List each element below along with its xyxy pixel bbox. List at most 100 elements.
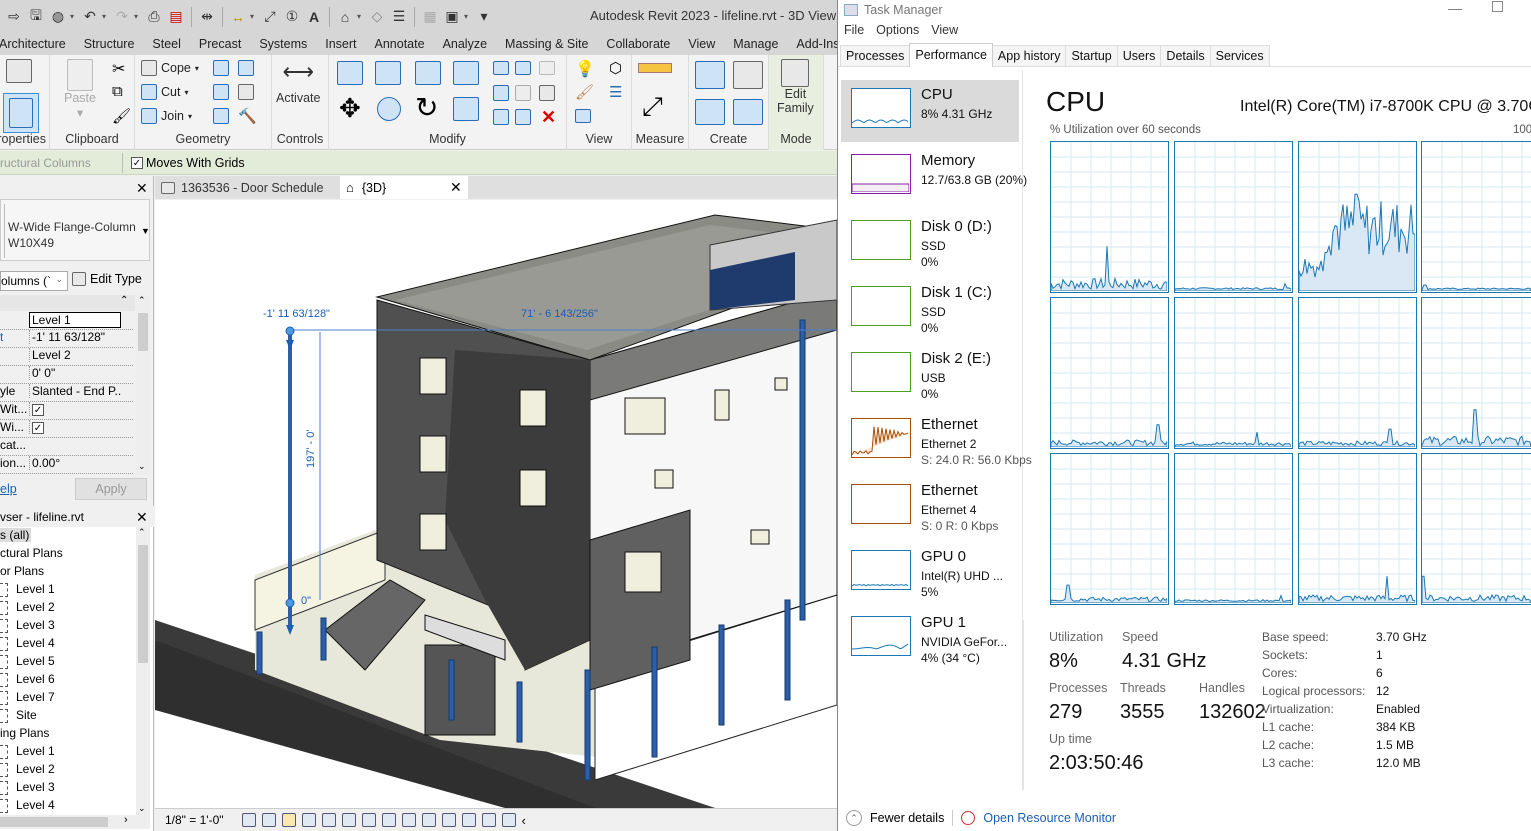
switch-windows-icon[interactable]: ▣	[442, 7, 462, 27]
create-similar-icon[interactable]	[733, 61, 763, 89]
resource-item[interactable]: Disk 1 (C:) SSD 0%	[841, 278, 1019, 340]
default-3d-view-icon[interactable]: ⌂	[335, 7, 355, 27]
property-value[interactable]: Slanted - End P...	[29, 384, 121, 398]
ribbon-tab-collaborate[interactable]: Collaborate	[597, 33, 679, 55]
override-graphics-icon[interactable]: ⬡	[609, 59, 622, 77]
design-options-icon[interactable]	[461, 813, 476, 827]
tab-services[interactable]: Services	[1209, 45, 1270, 66]
property-row[interactable]: 0' 0"	[0, 366, 133, 384]
resource-item[interactable]: Disk 2 (E:) USB 0%	[841, 344, 1019, 406]
aligned-dimension-icon[interactable]: ⤢	[642, 91, 663, 123]
trim-extend-icon[interactable]	[453, 97, 479, 121]
property-row[interactable]: cat...	[0, 438, 133, 456]
ribbon-tab-manage[interactable]: Manage	[724, 33, 787, 55]
type-properties-button[interactable]	[6, 59, 32, 83]
group-header[interactable]: ⌃	[0, 295, 135, 311]
aligned-dimension-icon[interactable]: ↔	[228, 7, 248, 27]
view-range-icon[interactable]: ☰	[609, 83, 622, 101]
paste-button[interactable]: Paste ▾	[64, 59, 96, 120]
menu-options[interactable]: Options	[876, 23, 919, 37]
resource-item[interactable]: Ethernet Ethernet 4 S: 0 R: 0 Kbps	[841, 476, 1019, 538]
array-icon[interactable]	[493, 85, 509, 101]
browser-item[interactable]: Level 2	[0, 600, 55, 615]
ribbon-tab-systems[interactable]: Systems	[250, 33, 316, 55]
worksharing-icon[interactable]	[441, 813, 456, 827]
property-row[interactable]: t -1' 11 63/128"	[0, 330, 133, 348]
ribbon-tab-add-ins[interactable]: Add-Ins	[787, 33, 837, 55]
property-value[interactable]: Level 2	[29, 348, 121, 362]
sync-icon[interactable]: ◍	[48, 7, 68, 27]
resource-item[interactable]: Memory 12.7/63.8 GB (20%)	[841, 146, 1027, 208]
tag-icon[interactable]: ①	[282, 7, 302, 27]
resource-item[interactable]: Disk 0 (D:) SSD 0%	[841, 212, 1019, 274]
spot-elevation-icon[interactable]: ⤢	[260, 7, 280, 27]
pin-icon[interactable]	[539, 85, 555, 101]
property-value[interactable]: Level 1	[29, 312, 121, 328]
ribbon-tab-view[interactable]: View	[679, 33, 724, 55]
constraints-icon[interactable]	[501, 813, 516, 827]
view-scale[interactable]: 1/8" = 1'-0"	[165, 813, 224, 827]
create-parts-icon[interactable]	[695, 99, 725, 125]
copy-icon[interactable]: ⧉	[112, 83, 123, 100]
resource-item[interactable]: GPU 0 Intel(R) UHD ... 5%	[841, 542, 1019, 604]
browser-item[interactable]: Site	[0, 708, 37, 723]
dimension-base[interactable]: 0"	[301, 595, 311, 607]
type-selector[interactable]: W-Wide Flange-Column W10X49 ▼	[0, 199, 150, 261]
browser-item[interactable]: Level 3	[0, 780, 55, 795]
scroll-right-icon[interactable]: ›	[124, 814, 128, 826]
measure-icon[interactable]: ⇹	[197, 7, 217, 27]
resource-item[interactable]: CPU 8% 4.31 GHz	[841, 80, 1019, 142]
trim-extend-multiple-icon[interactable]	[515, 109, 531, 125]
ribbon-tab-analyze[interactable]: Analyze	[434, 33, 496, 55]
property-row[interactable]: Wi... ✓	[0, 420, 133, 438]
property-row[interactable]: ion... 0.00°	[0, 456, 133, 474]
hammer-icon[interactable]: 🔨	[238, 107, 257, 125]
undo-icon[interactable]: ↶	[80, 7, 100, 27]
unpin-icon[interactable]	[539, 61, 555, 75]
cut-icon[interactable]: ✂	[112, 59, 125, 79]
edit-family-button[interactable]: Edit Family	[777, 59, 814, 115]
ribbon-tab-steel[interactable]: Steel	[143, 33, 190, 55]
tab-startup[interactable]: Startup	[1065, 45, 1118, 66]
tab-app-history[interactable]: App history	[991, 45, 1067, 66]
moves-with-grids-checkbox[interactable]: ✓	[131, 157, 143, 169]
open-icon[interactable]: ⇨	[4, 7, 24, 27]
instance-filter-dropdown[interactable]: olumns (` ⌄	[0, 271, 68, 291]
scroll-down-icon[interactable]: ⌄	[138, 461, 146, 472]
beam-joins-icon[interactable]	[213, 108, 229, 124]
ribbon-tab-precast[interactable]: Precast	[190, 33, 250, 55]
close-tab-icon[interactable]: ✕	[450, 179, 462, 196]
browser-item[interactable]: Level 3	[0, 618, 55, 633]
ribbon-tab-massing-site[interactable]: Massing & Site	[496, 33, 597, 55]
ribbon-tab-annotate[interactable]: Annotate	[366, 33, 434, 55]
browser-item[interactable]: Level 7	[0, 690, 55, 705]
match-properties-icon[interactable]: 🖌	[112, 107, 131, 125]
browser-item[interactable]: Level 6	[0, 672, 55, 687]
properties-button[interactable]	[3, 93, 39, 133]
redo-icon[interactable]: ↷	[112, 7, 132, 27]
reveal-hidden-icon[interactable]	[421, 813, 436, 827]
browser-item[interactable]: s (all)	[0, 528, 32, 542]
properties-help-link[interactable]: elp	[0, 482, 17, 496]
fewer-details-button[interactable]: Fewer details	[870, 811, 944, 825]
ribbon-tab-structure[interactable]: Structure	[75, 33, 144, 55]
analytical-model-icon[interactable]	[481, 813, 496, 827]
thin-lines-icon[interactable]: ☰	[389, 7, 409, 27]
split-with-gap-icon[interactable]	[515, 61, 531, 75]
tab-users[interactable]: Users	[1116, 45, 1162, 66]
ribbon-tab-insert[interactable]: Insert	[316, 33, 365, 55]
browser-item[interactable]: Level 1	[0, 582, 55, 597]
create-group-icon[interactable]	[733, 99, 763, 125]
edit-type-button[interactable]: Edit Type	[72, 272, 142, 286]
scrollbar-thumb[interactable]	[138, 313, 148, 351]
dropdown-icon[interactable]: ▾	[464, 12, 472, 21]
demolish-icon[interactable]	[238, 84, 254, 100]
dropdown-icon[interactable]: ▾	[70, 12, 78, 21]
render-icon[interactable]	[321, 813, 336, 827]
copy-element-icon[interactable]	[377, 97, 401, 121]
split-element-icon[interactable]	[493, 61, 509, 75]
join-button[interactable]: Join ▾	[141, 108, 192, 124]
linework-icon[interactable]: 🖌	[575, 83, 594, 101]
align-icon[interactable]	[337, 61, 363, 85]
apply-button[interactable]: Apply	[75, 478, 147, 500]
